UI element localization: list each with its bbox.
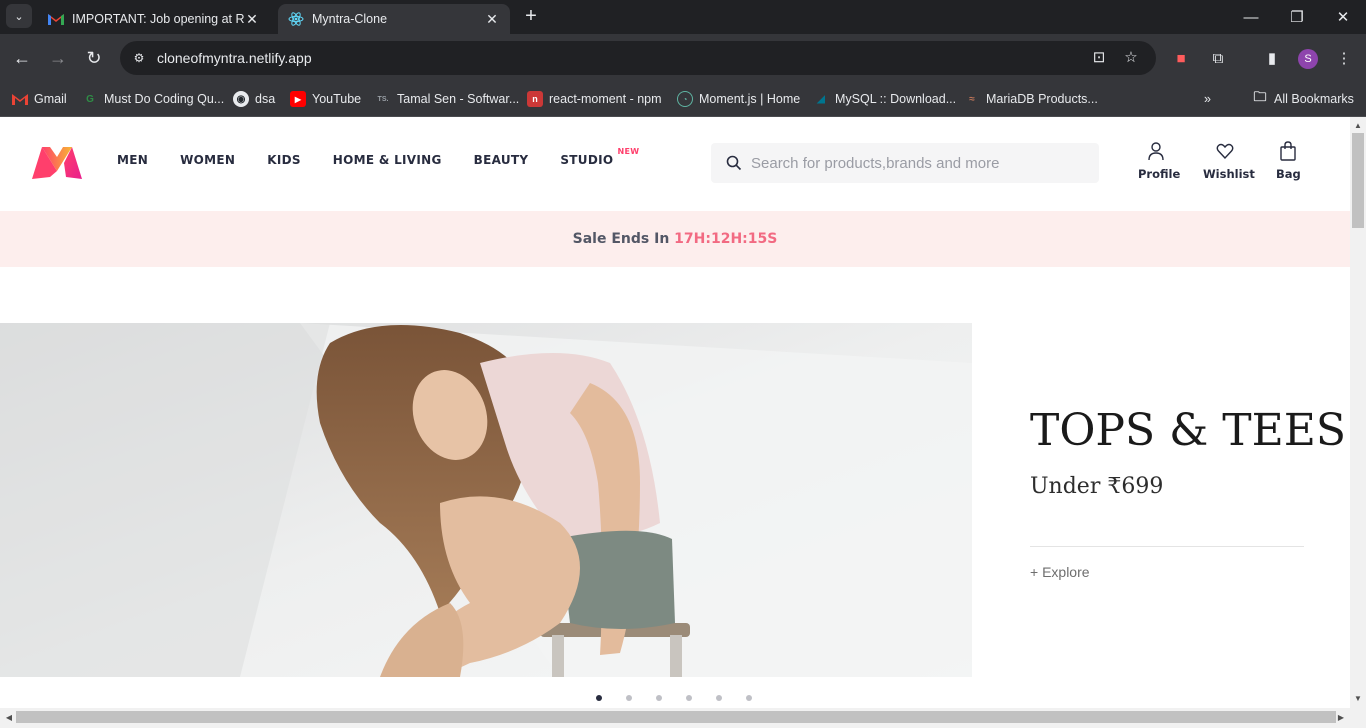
banner-text: TOPS & TEES Under ₹699 [1030, 405, 1346, 499]
profile-avatar[interactable]: S [1298, 49, 1318, 69]
search-box [711, 143, 1099, 183]
screencast-icon[interactable]: ■ [1171, 49, 1191, 69]
carousel-dot[interactable] [686, 695, 692, 701]
tab-title: Myntra-Clone [312, 12, 388, 26]
ts-icon: TS. [377, 95, 389, 103]
banner-divider [1030, 546, 1304, 547]
site-header: MEN WOMEN KIDS HOME & LIVING BEAUTY STUD… [0, 117, 1350, 211]
tab-gmail[interactable]: IMPORTANT: Job opening at Re ✕ [38, 4, 270, 34]
gmail-icon [48, 11, 64, 27]
bookmark-youtube[interactable]: ▶ YouTube [290, 89, 361, 109]
folder-icon: 🗀 [1253, 89, 1267, 104]
close-tab-icon[interactable]: ✕ [484, 11, 500, 28]
bookmark-must-do-coding[interactable]: G Must Do Coding Qu... [82, 89, 224, 109]
bookmark-react-moment[interactable]: n react-moment - npm [527, 89, 662, 109]
profile-button[interactable]: Profile [1138, 141, 1180, 181]
bookmark-mysql[interactable]: ◢ MySQL :: Download... [813, 89, 956, 109]
page-viewport: MEN WOMEN KIDS HOME & LIVING BEAUTY STUD… [0, 117, 1350, 708]
user-icon [1148, 142, 1164, 161]
sale-timer: 17H:12H:15S [674, 231, 778, 247]
search-input[interactable] [751, 143, 1091, 183]
bookmark-tamal-sen[interactable]: TS. Tamal Sen - Softwar... [375, 89, 520, 109]
extensions-icon[interactable]: ⧉ [1208, 49, 1228, 69]
main-nav: MEN WOMEN KIDS HOME & LIVING BEAUTY STUD… [117, 147, 645, 167]
tab-myntra-clone[interactable]: Myntra-Clone ✕ [278, 4, 510, 34]
gmail-icon [12, 91, 28, 107]
scroll-left-arrow-icon[interactable]: ◀ [2, 711, 16, 725]
github-icon: ◉ [233, 91, 249, 107]
bookmark-star-icon[interactable]: ☆ [1122, 49, 1140, 67]
carousel-dot[interactable] [746, 695, 752, 701]
carousel-dot[interactable] [716, 695, 722, 701]
explore-link[interactable]: + Explore [1030, 564, 1090, 580]
vertical-scrollbar-thumb[interactable] [1352, 133, 1364, 228]
bookmark-moment[interactable]: ◔ Moment.js | Home [677, 89, 800, 109]
site-settings-icon[interactable]: ⚙ [130, 49, 148, 67]
more-bookmarks-chevron-icon[interactable]: » [1204, 89, 1211, 109]
vertical-scrollbar[interactable]: ▲ ▼ [1350, 117, 1366, 708]
gfg-icon: G [86, 93, 94, 105]
moment-icon: ◔ [677, 91, 693, 107]
nav-studio-label: STUDIO [560, 153, 614, 167]
back-arrow-icon[interactable]: ← [11, 47, 33, 69]
banner-photo [0, 323, 972, 677]
restore-icon[interactable]: ❐ [1274, 0, 1320, 34]
carousel-dot[interactable] [656, 695, 662, 701]
bookmarks-bar: Gmail G Must Do Coding Qu... ◉ dsa ▶ You… [0, 82, 1366, 117]
forward-arrow-icon[interactable]: → [47, 47, 69, 69]
banner-subtitle: Under ₹699 [1030, 474, 1164, 499]
address-bar[interactable]: ⚙ cloneofmyntra.netlify.app ⊡ ☆ [120, 41, 1156, 75]
wishlist-label: Wishlist [1203, 167, 1255, 181]
banner-image[interactable] [0, 323, 972, 677]
youtube-icon: ▶ [290, 91, 306, 107]
browser-tab-bar: ⌄ IMPORTANT: Job opening at Re ✕ Myntra-… [0, 0, 1366, 34]
bookmark-dsa[interactable]: ◉ dsa [233, 89, 275, 109]
menu-kebab-icon[interactable]: ⋮ [1334, 49, 1354, 69]
bookmark-mariadb[interactable]: ≈ MariaDB Products... [964, 89, 1098, 109]
bookmark-gmail[interactable]: Gmail [12, 89, 67, 109]
wishlist-button[interactable]: Wishlist [1203, 141, 1255, 181]
nav-home-living[interactable]: HOME & LIVING [333, 153, 442, 167]
profile-label: Profile [1138, 167, 1181, 181]
new-badge: NEW [617, 147, 640, 156]
scroll-down-arrow-icon[interactable]: ▼ [1350, 692, 1366, 706]
scroll-right-arrow-icon[interactable]: ▶ [1334, 711, 1348, 725]
install-app-icon[interactable]: ⊡ [1090, 49, 1108, 67]
side-panel-icon[interactable]: ▮ [1262, 49, 1282, 69]
close-window-icon[interactable]: ✕ [1320, 0, 1366, 34]
react-icon [288, 11, 304, 27]
reload-icon[interactable]: ↻ [83, 47, 105, 69]
sale-strip: Sale Ends In 17H:12H:15S [0, 211, 1350, 267]
nav-studio[interactable]: STUDIO NEW [560, 147, 639, 167]
tab-search-icon[interactable]: ⌄ [6, 4, 32, 28]
myntra-logo[interactable] [30, 143, 84, 183]
carousel-dots [596, 695, 776, 701]
tab-title: IMPORTANT: Job opening at Re [72, 12, 244, 26]
npm-icon: n [527, 91, 543, 107]
heart-icon [1216, 143, 1234, 160]
bag-label: Bag [1276, 167, 1301, 181]
bag-icon [1280, 141, 1296, 161]
carousel-dot[interactable] [596, 695, 602, 701]
search-icon [726, 155, 742, 171]
bag-button[interactable]: Bag [1276, 141, 1301, 181]
all-bookmarks-folder[interactable]: 🗀 All Bookmarks [1252, 89, 1353, 109]
mariadb-icon: ≈ [969, 93, 975, 105]
close-tab-icon[interactable]: ✕ [244, 11, 260, 28]
mysql-icon: ◢ [817, 93, 825, 105]
new-tab-plus-icon[interactable]: + [520, 5, 542, 27]
banner-title: TOPS & TEES [1030, 405, 1347, 456]
nav-men[interactable]: MEN [117, 153, 148, 167]
browser-toolbar: ← → ↻ ⚙ cloneofmyntra.netlify.app ⊡ ☆ ■ … [0, 34, 1366, 82]
scroll-up-arrow-icon[interactable]: ▲ [1350, 119, 1366, 133]
nav-beauty[interactable]: BEAUTY [474, 153, 529, 167]
horizontal-scrollbar-thumb[interactable] [16, 711, 1336, 723]
horizontal-scrollbar[interactable]: ◀ ▶ [0, 708, 1366, 728]
carousel-dot[interactable] [626, 695, 632, 701]
nav-kids[interactable]: KIDS [267, 153, 301, 167]
url-text[interactable]: cloneofmyntra.netlify.app [157, 50, 312, 66]
nav-women[interactable]: WOMEN [180, 153, 235, 167]
sale-label: Sale Ends In [572, 231, 670, 247]
minimize-icon[interactable]: — [1228, 0, 1274, 34]
